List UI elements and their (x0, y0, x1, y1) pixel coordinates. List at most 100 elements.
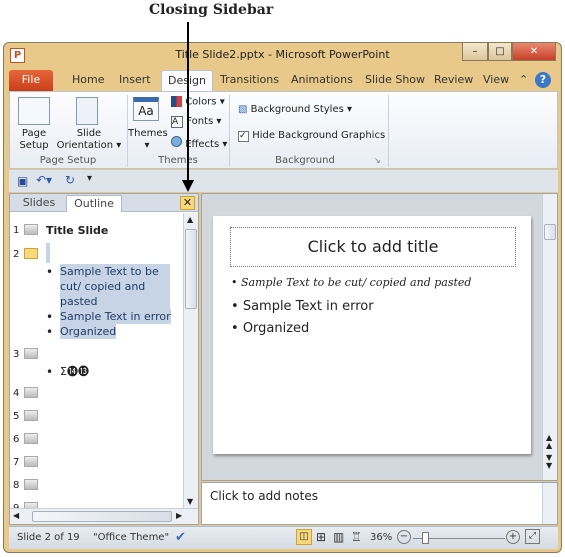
notes-scrollbar[interactable] (542, 483, 557, 524)
theme-name[interactable]: "Office Theme" (93, 532, 169, 543)
scrollbar-thumb[interactable] (544, 224, 556, 240)
previous-slide-icon[interactable]: ▲ ▲ (546, 434, 552, 450)
slide-number: 6 (13, 434, 20, 445)
slide-canvas[interactable]: Click to add title • Sample Text to be c… (213, 216, 531, 454)
tab-review[interactable]: Review (434, 70, 473, 91)
slide-bullet[interactable]: • Sample Text to be cut/ copied and past… (231, 276, 471, 289)
slide-number: 5 (13, 411, 20, 422)
spell-check-icon[interactable]: ✔ (175, 530, 186, 545)
themes-button[interactable]: Themes ▾ (128, 128, 168, 152)
slide-icon[interactable] (24, 224, 38, 235)
hide-background-graphics-checkbox[interactable]: ✓ Hide Background Graphics (238, 130, 385, 142)
slide-icon[interactable] (24, 410, 38, 421)
reading-view-icon[interactable]: ▥ (333, 530, 344, 544)
undo-icon[interactable]: ↶▾ (36, 173, 52, 187)
close-panel-button[interactable]: ✕ (180, 196, 195, 210)
scroll-right-icon[interactable]: ▶ (176, 511, 182, 520)
themes-icon: Aa (133, 97, 159, 121)
scrollbar-thumb[interactable] (32, 511, 172, 522)
slide-number: 2 (13, 249, 20, 260)
colors-button[interactable]: Colors ▾ (171, 96, 225, 109)
outline-view[interactable]: 1 Title Slide 2 • Sample Text to be cut/… (10, 213, 182, 508)
zoom-slider-thumb[interactable] (422, 532, 430, 544)
themes-label: Themes (128, 128, 168, 139)
powerpoint-window: P Title Slide2.pptx - Microsoft PowerPoi… (3, 42, 562, 553)
background-styles-label: Background Styles (250, 104, 344, 115)
slide-bullet-text: Organized (242, 321, 310, 336)
tab-home[interactable]: Home (72, 70, 104, 91)
status-bar: Slide 2 of 19 "Office Theme" ✔ ◫ ⊞ ▥ ♖ 3… (9, 526, 558, 549)
title-placeholder[interactable]: Click to add title (230, 227, 516, 267)
scroll-left-icon[interactable]: ◀ (13, 511, 19, 520)
zoom-in-icon[interactable]: + (506, 530, 520, 544)
tab-slide-show[interactable]: Slide Show (365, 70, 425, 91)
slide-icon[interactable] (24, 433, 38, 444)
fonts-button[interactable]: A Fonts ▾ (171, 116, 221, 128)
slide-orientation-label: Slide Orientation (56, 128, 114, 151)
slide-icon[interactable] (24, 479, 38, 490)
zoom-level[interactable]: 36% (370, 532, 392, 543)
minimize-button[interactable]: – (462, 43, 488, 61)
tab-insert[interactable]: Insert (119, 70, 151, 91)
maximize-button[interactable]: □ (488, 43, 512, 61)
slide-show-icon[interactable]: ♖ (351, 530, 362, 544)
tab-outline[interactable]: Outline (66, 195, 122, 212)
redo-icon[interactable]: ↻ (65, 173, 75, 187)
close-icon: ✕ (182, 196, 193, 209)
effects-button[interactable]: Effects ▾ (171, 136, 227, 151)
fonts-icon: A (171, 116, 183, 128)
tab-file[interactable]: File (9, 70, 53, 91)
notes-placeholder[interactable]: Click to add notes (210, 489, 318, 503)
tab-view[interactable]: View (483, 70, 509, 91)
slide-number: 3 (13, 349, 20, 360)
tab-animations[interactable]: Animations (291, 70, 353, 91)
slide-orientation-button[interactable]: Slide Orientation ▾ (56, 128, 122, 152)
outline-title[interactable]: Title Slide (46, 223, 108, 238)
outline-horizontal-scrollbar[interactable]: ◀ ▶ (10, 508, 198, 524)
slide-number: 8 (13, 480, 20, 491)
slide-icon[interactable] (24, 387, 38, 398)
slide-sorter-icon[interactable]: ⊞ (316, 530, 326, 544)
checkbox-checked-icon: ✓ (238, 131, 249, 142)
normal-view-icon[interactable]: ◫ (296, 529, 312, 545)
outline-bullet[interactable]: Sample Text to be cut/ copied and pasted (60, 264, 170, 309)
zoom-out-icon[interactable]: − (397, 530, 411, 544)
notes-pane[interactable]: Click to add notes (201, 482, 558, 525)
tab-slides[interactable]: Slides (14, 195, 64, 212)
slide-icon[interactable] (24, 348, 38, 359)
outline-bullet[interactable]: Σ⓮⓭ (60, 364, 89, 379)
slide-bullet[interactable]: • Organized (231, 321, 309, 336)
dialog-launcher-icon[interactable]: ↘ (374, 155, 381, 167)
page-setup-group-label: Page Setup (39, 155, 97, 166)
slide-bullet[interactable]: • Sample Text in error (231, 299, 374, 314)
outline-bullet[interactable]: Organized (60, 324, 117, 339)
slide-orientation-icon (76, 97, 98, 125)
annotation-arrowhead (182, 180, 194, 192)
slide-vertical-scrollbar[interactable]: ▲ ▲ ▼ ▼ (542, 194, 557, 480)
fit-to-window-icon[interactable]: ⤢ (525, 529, 540, 544)
minimize-ribbon-icon[interactable]: ⌃ (519, 70, 528, 91)
scroll-up-icon[interactable]: ▲ (187, 215, 193, 224)
scrollbar-thumb[interactable] (185, 229, 197, 309)
outline-vertical-scrollbar[interactable]: ▲ ▼ (183, 213, 198, 508)
themes-group-label: Themes (158, 155, 198, 166)
slide-icon-selected[interactable] (24, 248, 38, 259)
selected-title-placeholder (46, 243, 50, 263)
colors-label: Colors (185, 96, 217, 108)
save-icon[interactable]: ▣ (17, 174, 28, 188)
page-setup-button[interactable]: Page Setup (16, 128, 52, 152)
close-window-button[interactable]: ✕ (512, 43, 556, 61)
customize-toolbar-icon[interactable]: ▾ (87, 173, 92, 184)
effects-label: Effects (185, 139, 220, 150)
outline-bullet[interactable]: Sample Text in error (60, 309, 171, 324)
background-styles-button[interactable]: ▧ Background Styles ▾ (238, 104, 352, 116)
help-icon[interactable]: ? (535, 72, 551, 88)
next-slide-icon[interactable]: ▼ ▼ (546, 454, 552, 470)
background-group-label: Background (275, 155, 335, 166)
scroll-down-icon[interactable]: ▼ (187, 497, 193, 506)
slide-bullet-text: Sample Text in error (242, 299, 374, 314)
slide-icon[interactable] (24, 456, 38, 467)
tab-transitions[interactable]: Transitions (220, 70, 279, 91)
ribbon: Page Setup Slide Orientation ▾ Page Setu… (9, 91, 558, 169)
bullet: • (46, 265, 54, 279)
